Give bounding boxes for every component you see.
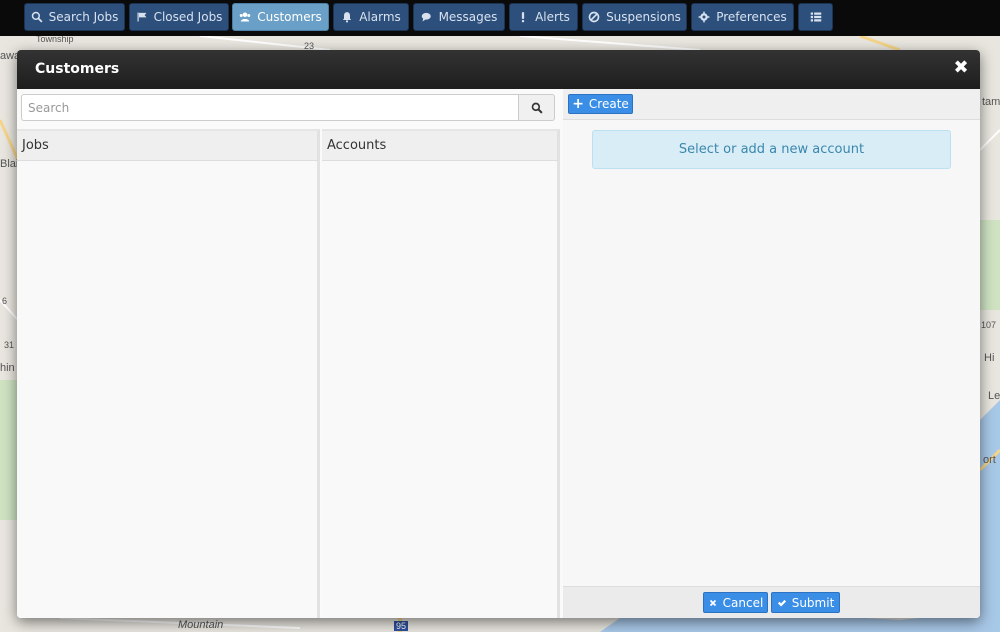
nav-suspensions-button[interactable]: Suspensions bbox=[582, 3, 687, 31]
bell-icon bbox=[343, 12, 352, 23]
nav-list-button[interactable] bbox=[798, 3, 833, 31]
gear-icon bbox=[698, 11, 710, 23]
list-icon bbox=[810, 12, 821, 22]
create-button[interactable]: + Create bbox=[568, 94, 633, 114]
close-icon[interactable]: ✖ bbox=[952, 59, 970, 77]
nav-customers-button[interactable]: Customers bbox=[232, 3, 329, 31]
accounts-list[interactable] bbox=[322, 161, 557, 618]
nav-search-jobs-button[interactable]: Search Jobs bbox=[24, 3, 125, 31]
nav-closed-jobs-button[interactable]: Closed Jobs bbox=[129, 3, 229, 31]
map-label: ort bbox=[983, 454, 996, 466]
nav-label: Preferences bbox=[716, 10, 787, 24]
cancel-button[interactable]: Cancel bbox=[703, 592, 768, 613]
nav-label: Alarms bbox=[359, 10, 401, 24]
exclamation-icon bbox=[521, 12, 525, 23]
right-toolbar: + Create bbox=[563, 89, 980, 120]
accounts-column: Accounts bbox=[322, 129, 560, 618]
search-icon bbox=[531, 102, 543, 114]
submit-button[interactable]: Submit bbox=[771, 592, 840, 613]
cancel-label: Cancel bbox=[722, 595, 764, 610]
modal-header: Customers ✖ bbox=[17, 50, 980, 89]
nav-messages-button[interactable]: Messages bbox=[413, 3, 505, 31]
nav-label: Suspensions bbox=[606, 10, 681, 24]
ban-icon bbox=[588, 11, 600, 23]
top-nav-bar: Search Jobs Closed Jobs Customers Alarms… bbox=[0, 0, 1000, 36]
comments-icon bbox=[421, 12, 431, 22]
nav-label: Closed Jobs bbox=[153, 10, 223, 24]
map-label: Blai bbox=[0, 158, 19, 170]
create-label: Create bbox=[588, 97, 629, 111]
map-label: Le bbox=[988, 390, 1000, 402]
nav-alarms-button[interactable]: Alarms bbox=[333, 3, 409, 31]
map-label: 107 bbox=[981, 320, 997, 330]
map-label: 95 bbox=[394, 621, 409, 631]
nav-label: Search Jobs bbox=[48, 10, 119, 24]
times-icon bbox=[709, 599, 716, 606]
left-panel: Jobs Accounts bbox=[17, 89, 562, 618]
nav-preferences-button[interactable]: Preferences bbox=[691, 3, 794, 31]
modal-title: Customers bbox=[35, 61, 120, 77]
nav-label: Alerts bbox=[535, 10, 570, 24]
map-label: hin bbox=[0, 362, 15, 374]
search-group bbox=[21, 94, 555, 121]
right-panel: + Create Select or add a new account Can… bbox=[563, 89, 980, 618]
jobs-list[interactable] bbox=[17, 161, 317, 618]
search-icon bbox=[31, 11, 43, 23]
jobs-column: Jobs bbox=[17, 129, 320, 618]
modal-footer: Cancel Submit bbox=[563, 586, 980, 618]
map-label: Mountain bbox=[178, 619, 224, 631]
search-input[interactable] bbox=[21, 94, 518, 121]
search-button[interactable] bbox=[518, 94, 555, 121]
users-icon bbox=[239, 12, 251, 22]
jobs-column-header: Jobs bbox=[17, 131, 317, 161]
plus-icon: + bbox=[572, 96, 584, 112]
flag-icon bbox=[137, 12, 147, 22]
nav-label: Messages bbox=[438, 10, 498, 24]
submit-label: Submit bbox=[791, 595, 835, 610]
map-label: Hi bbox=[984, 352, 995, 364]
nav-label: Customers bbox=[257, 10, 322, 24]
map-label: 6 bbox=[2, 296, 8, 306]
nav-alerts-button[interactable]: Alerts bbox=[509, 3, 578, 31]
accounts-column-header: Accounts bbox=[322, 131, 557, 161]
info-message: Select or add a new account bbox=[592, 130, 951, 169]
customers-modal: Customers ✖ Jobs Accounts + Create Selec… bbox=[17, 50, 980, 618]
map-label: 31 bbox=[4, 340, 15, 350]
map-label: tam bbox=[982, 96, 1000, 108]
check-icon bbox=[777, 599, 786, 606]
